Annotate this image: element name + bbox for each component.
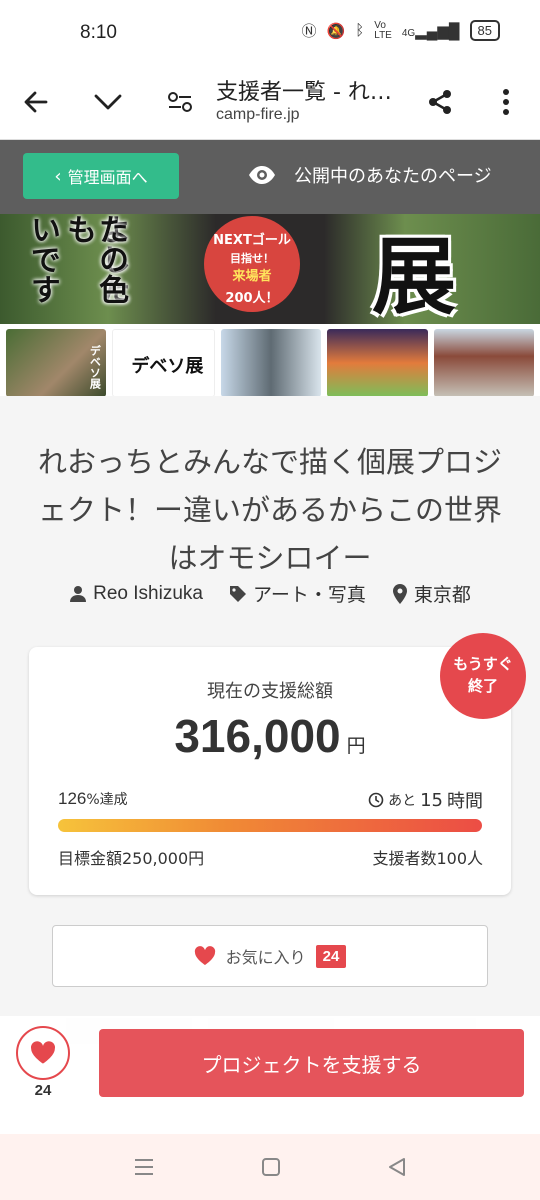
badge-line-1: NEXTゴール	[213, 233, 291, 248]
ending-badge-line-2: 終了	[467, 677, 498, 695]
location-pin-icon	[392, 583, 407, 604]
back-arrow-icon[interactable]	[14, 80, 58, 124]
owner-name: Reo Ishizuka	[93, 582, 203, 604]
public-page-link[interactable]: 公開中のあなたのページ	[248, 162, 492, 188]
admin-back-label: 管理画面へ	[67, 168, 148, 187]
funding-label: 現在の支援総額	[207, 681, 333, 702]
backer-count: 支援者数100人	[372, 849, 483, 868]
heart-icon	[194, 946, 215, 965]
thumbnail-1-label: デベソ展	[88, 345, 102, 389]
remain-prefix: あと	[388, 793, 417, 809]
volte-icon: Vo LTE	[374, 19, 392, 41]
badge-line-4: 200人！	[225, 291, 279, 306]
home-icon[interactable]	[261, 1157, 281, 1177]
ending-badge-line-1: もうすぐ	[453, 655, 513, 673]
nfc-icon: Ⓝ	[301, 23, 317, 40]
system-nav-bar	[0, 1134, 540, 1200]
project-meta: Reo Ishizuka アート・写真 東京都	[0, 580, 540, 607]
hero-image[interactable]: よした たの色も いです NEXTゴール 目指せ！ 来場者 200人！ 展	[0, 214, 540, 324]
remain-unit: 時間	[447, 791, 483, 812]
eye-icon	[249, 166, 275, 184]
status-time: 8:10	[80, 22, 117, 43]
thumbnail-3[interactable]	[220, 329, 322, 397]
clock-icon	[368, 792, 384, 808]
project-title: れおっちとみんなで描く個展プロジェクト！ー違いがあるからこの世界はオモシロイー	[37, 445, 502, 575]
chevron-left-icon: ‹	[54, 165, 62, 187]
funding-progress-bar	[58, 819, 482, 832]
favorite-button[interactable]: お気に入り 24	[52, 925, 488, 987]
ending-soon-badge: もうすぐ 終了	[440, 633, 526, 719]
thumbnail-4[interactable]	[327, 329, 428, 397]
site-settings-icon[interactable]	[158, 80, 202, 124]
admin-bar: ‹ 管理画面へ 公開中のあなたのページ	[0, 140, 540, 214]
recent-apps-icon[interactable]	[133, 1157, 155, 1177]
mute-icon: 🔕	[326, 22, 346, 40]
badge-line-3: 来場者	[232, 269, 272, 284]
location-link[interactable]: 東京都	[392, 580, 471, 607]
rate-suffix: %達成	[86, 792, 128, 808]
bluetooth-icon: ᛒ	[355, 22, 365, 39]
tag-icon	[229, 585, 246, 602]
category-link[interactable]: アート・写真	[229, 580, 366, 607]
category-label: アート・写真	[252, 584, 366, 606]
battery-icon: 85	[469, 20, 500, 41]
goal-amount: 目標金額250,000円	[58, 849, 205, 868]
person-icon	[70, 585, 87, 602]
like-count: 24	[34, 1082, 52, 1099]
url-domain[interactable]: camp-fire.jp	[216, 106, 300, 124]
amount-value: 316,000	[174, 710, 341, 762]
public-page-label: 公開中のあなたのページ	[294, 166, 492, 187]
funding-card: 現在の支援総額 316,000 円 126%達成 あと 15 時間 目標金額250…	[29, 647, 511, 895]
time-remaining: あと 15 時間	[368, 787, 483, 813]
signal-icon: 4G▂▄▆█	[401, 22, 460, 40]
hero-text-2: たの色も	[61, 214, 128, 304]
thumbnail-1[interactable]: デベソ展	[6, 329, 107, 397]
like-button[interactable]	[16, 1026, 70, 1080]
owner-link[interactable]: Reo Ishizuka	[69, 580, 203, 607]
status-icons: Ⓝ 🔕 ᛒ Vo LTE 4G▂▄▆█ 85	[302, 20, 500, 41]
page-title[interactable]: 支援者一覧 - れ…	[216, 74, 392, 106]
chevron-down-icon[interactable]	[86, 80, 130, 124]
location-label: 東京都	[413, 584, 471, 606]
back-icon[interactable]	[387, 1157, 407, 1177]
favorite-count: 24	[315, 944, 347, 968]
hero-text-3: いです	[25, 214, 60, 304]
badge-line-2: 目指せ！	[230, 252, 274, 265]
hero-next-goal-badge: NEXTゴール 目指せ！ 来場者 200人！	[204, 216, 300, 312]
admin-back-button[interactable]: ‹ 管理画面へ	[23, 153, 179, 199]
thumbnail-5[interactable]	[433, 329, 535, 397]
heart-icon	[30, 1041, 55, 1064]
support-project-button[interactable]: プロジェクトを支援する	[99, 1029, 524, 1097]
achievement-rate: 126%達成	[58, 789, 128, 809]
browser-toolbar: 支援者一覧 - れ… camp-fire.jp	[0, 66, 540, 140]
thumbnail-2[interactable]: デベソ展	[112, 329, 215, 397]
amount-unit: 円	[346, 736, 366, 757]
share-icon[interactable]	[418, 80, 462, 124]
rate-value: 126	[58, 789, 87, 808]
thumbnail-strip: デベソ展 デベソ展	[0, 324, 540, 397]
status-bar: 8:10 Ⓝ 🔕 ᛒ Vo LTE 4G▂▄▆█ 85	[0, 0, 540, 66]
funding-amount: 316,000 円	[29, 709, 511, 763]
favorite-label: お気に入り	[225, 948, 306, 967]
hero-big-text: 展	[372, 228, 457, 324]
sticky-action-bar: 24 プロジェクトを支援する	[0, 1016, 540, 1134]
thumbnail-2-label: デベソ展	[131, 356, 204, 377]
more-menu-icon[interactable]	[484, 80, 528, 124]
remain-value: 15	[420, 789, 443, 811]
